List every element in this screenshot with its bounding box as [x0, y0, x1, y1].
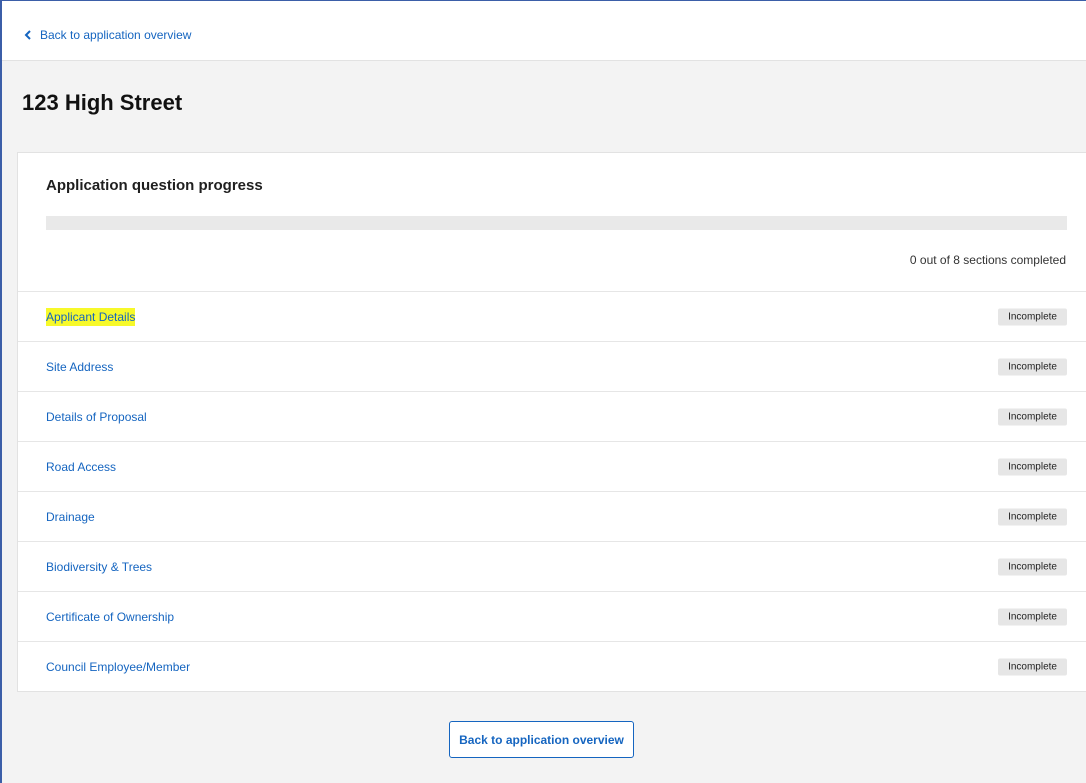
- section-link[interactable]: Details of Proposal: [46, 410, 147, 424]
- status-badge: Incomplete: [998, 458, 1067, 475]
- status-badge: Incomplete: [998, 658, 1067, 675]
- section-link[interactable]: Site Address: [46, 360, 113, 374]
- list-item: Site Address Incomplete: [18, 341, 1086, 391]
- status-badge: Incomplete: [998, 308, 1067, 325]
- status-badge: Incomplete: [998, 608, 1067, 625]
- section-link[interactable]: Certificate of Ownership: [46, 610, 174, 624]
- status-badge: Incomplete: [998, 408, 1067, 425]
- progress-bar: [46, 216, 1067, 230]
- top-bar: Back to application overview: [2, 1, 1086, 61]
- chevron-left-icon: [24, 30, 31, 40]
- section-link[interactable]: Applicant Details: [46, 307, 136, 326]
- list-item: Biodiversity & Trees Incomplete: [18, 541, 1086, 591]
- app-frame: Back to application overview 123 High St…: [0, 0, 1086, 783]
- back-to-overview-link[interactable]: Back to application overview: [22, 28, 191, 42]
- back-to-overview-button[interactable]: Back to application overview: [449, 721, 634, 758]
- back-link-label: Back to application overview: [40, 28, 192, 42]
- progress-summary: 0 out of 8 sections completed: [909, 253, 1066, 267]
- list-item: Road Access Incomplete: [18, 441, 1086, 491]
- section-link[interactable]: Biodiversity & Trees: [46, 560, 152, 574]
- section-list: Applicant Details Incomplete Site Address I…: [18, 291, 1086, 691]
- list-item: Certificate of Ownership Incomplete: [18, 591, 1086, 641]
- section-link[interactable]: Drainage: [46, 510, 95, 524]
- status-badge: Incomplete: [998, 508, 1067, 525]
- progress-card: Application question progress 0 out of 8…: [17, 152, 1086, 692]
- list-item: Applicant Details Incomplete: [18, 291, 1086, 341]
- list-item: Council Employee/Member Incomplete: [18, 641, 1086, 691]
- status-badge: Incomplete: [998, 358, 1067, 375]
- list-item: Drainage Incomplete: [18, 491, 1086, 541]
- page-title: 123 High Street: [22, 90, 183, 115]
- progress-heading: Application question progress: [46, 177, 263, 194]
- section-link[interactable]: Road Access: [46, 460, 116, 474]
- status-badge: Incomplete: [998, 558, 1067, 575]
- section-link[interactable]: Council Employee/Member: [46, 660, 190, 674]
- list-item: Details of Proposal Incomplete: [18, 391, 1086, 441]
